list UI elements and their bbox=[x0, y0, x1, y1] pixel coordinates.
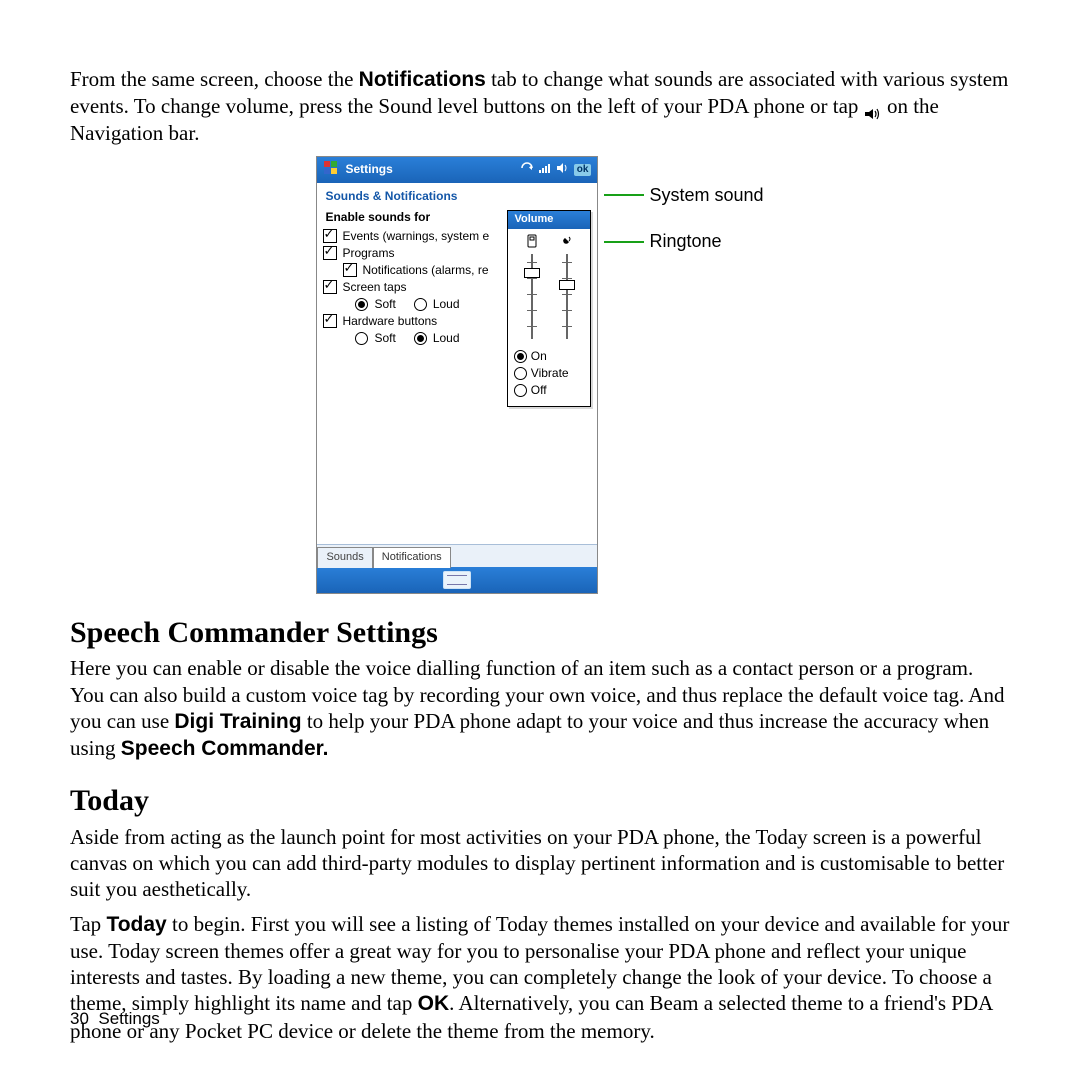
checkbox-label: Hardware buttons bbox=[342, 314, 437, 329]
volume-icon bbox=[556, 162, 570, 178]
pda-bottom-bar bbox=[317, 567, 597, 593]
page-footer: 30 Settings bbox=[70, 1008, 160, 1029]
signal-icon bbox=[538, 162, 552, 178]
radio-soft-hw[interactable] bbox=[355, 332, 368, 345]
intro-paragraph: From the same screen, choose the Notific… bbox=[70, 66, 1010, 146]
radio-loud-screen[interactable] bbox=[414, 298, 427, 311]
volume-title: Volume bbox=[508, 211, 590, 229]
radio-label: Soft bbox=[374, 297, 395, 312]
figure-sounds-settings: Settings ok Sounds & Notifications Enabl… bbox=[70, 156, 1010, 594]
callout-system-sound: System sound bbox=[649, 184, 763, 207]
system-sound-icon bbox=[525, 234, 539, 252]
speech-bold-sc: Speech Commander. bbox=[121, 737, 329, 760]
volume-radio-off[interactable]: Off bbox=[514, 383, 584, 398]
today-paragraph-2: Tap Today to begin. First you will see a… bbox=[70, 911, 1010, 1044]
radio-soft-screen[interactable] bbox=[355, 298, 368, 311]
windows-logo-icon bbox=[323, 160, 339, 180]
checkbox-label: Notifications (alarms, re bbox=[362, 263, 488, 278]
today2-bold-ok: OK bbox=[418, 992, 450, 1015]
checkbox-icon bbox=[323, 314, 337, 328]
radio-label: Soft bbox=[374, 331, 395, 346]
today-paragraph-1: Aside from acting as the launch point fo… bbox=[70, 824, 1010, 903]
keyboard-icon[interactable] bbox=[443, 571, 471, 589]
pda-tabs: Sounds Notifications bbox=[317, 544, 597, 567]
speech-paragraph: Here you can enable or disable the voice… bbox=[70, 655, 1010, 762]
volume-popup: Volume bbox=[507, 210, 591, 407]
radio-icon bbox=[514, 350, 527, 363]
today2-bold-today: Today bbox=[106, 913, 166, 936]
radio-icon bbox=[514, 367, 527, 380]
radio-label: Loud bbox=[433, 297, 460, 312]
pda-subtitle: Sounds & Notifications bbox=[317, 183, 597, 208]
today2-pre: Tap bbox=[70, 912, 106, 936]
heading-today: Today bbox=[70, 782, 1010, 820]
ok-button[interactable]: ok bbox=[574, 164, 592, 177]
intro-bold-notifications: Notifications bbox=[359, 68, 486, 91]
radio-label: Vibrate bbox=[531, 366, 569, 381]
tab-notifications[interactable]: Notifications bbox=[373, 547, 451, 568]
ringtone-volume-slider[interactable] bbox=[563, 254, 571, 339]
footer-page-number: 30 bbox=[70, 1009, 89, 1028]
radio-label: On bbox=[531, 349, 547, 364]
system-volume-slider[interactable] bbox=[528, 254, 536, 339]
checkbox-label: Events (warnings, system e bbox=[342, 229, 489, 244]
sync-icon bbox=[520, 162, 534, 178]
radio-label: Off bbox=[531, 383, 547, 398]
pda-screenshot: Settings ok Sounds & Notifications Enabl… bbox=[316, 156, 598, 594]
callout-ringtone: Ringtone bbox=[649, 230, 721, 253]
pda-title: Settings bbox=[345, 162, 392, 177]
figure-callouts: System sound Ringtone bbox=[604, 184, 763, 275]
ringtone-icon bbox=[560, 234, 574, 252]
pda-titlebar: Settings ok bbox=[317, 157, 597, 183]
checkbox-icon bbox=[323, 280, 337, 294]
volume-radio-vibrate[interactable]: Vibrate bbox=[514, 366, 584, 381]
volume-radio-on[interactable]: On bbox=[514, 349, 584, 364]
checkbox-icon bbox=[323, 229, 337, 243]
intro-text-pre: From the same screen, choose the bbox=[70, 67, 359, 91]
checkbox-icon bbox=[323, 246, 337, 260]
radio-loud-hw[interactable] bbox=[414, 332, 427, 345]
checkbox-label: Screen taps bbox=[342, 280, 406, 295]
checkbox-label: Programs bbox=[342, 246, 394, 261]
speech-bold-digi: Digi Training bbox=[174, 710, 301, 733]
radio-icon bbox=[514, 384, 527, 397]
checkbox-icon bbox=[343, 263, 357, 277]
speaker-icon bbox=[864, 101, 882, 115]
footer-section-label: Settings bbox=[98, 1009, 159, 1028]
tab-sounds[interactable]: Sounds bbox=[317, 547, 372, 568]
heading-speech-commander: Speech Commander Settings bbox=[70, 614, 1010, 652]
radio-label: Loud bbox=[433, 331, 460, 346]
